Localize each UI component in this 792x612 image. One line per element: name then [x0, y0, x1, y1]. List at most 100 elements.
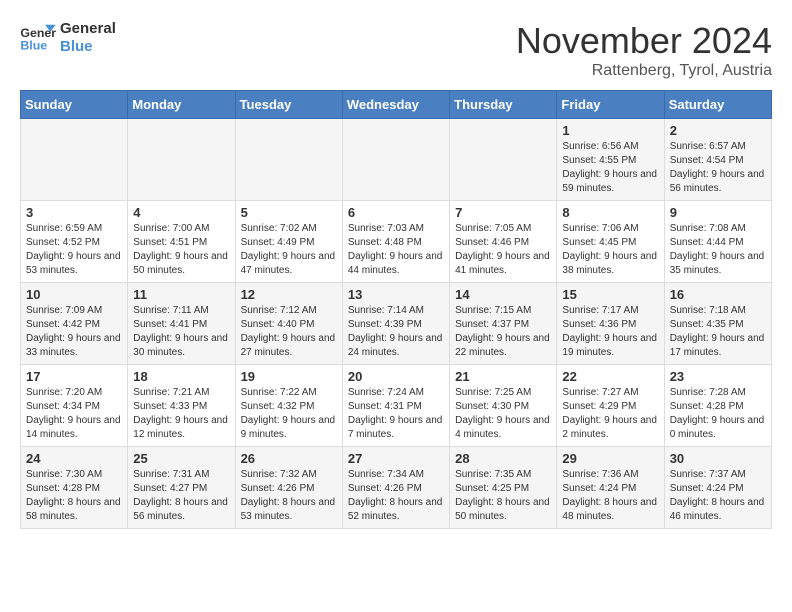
- week-row-2: 3 Sunrise: 6:59 AM Sunset: 4:52 PM Daylig…: [21, 201, 772, 283]
- day-info: Sunrise: 7:35 AM Sunset: 4:25 PM Dayligh…: [455, 468, 551, 524]
- day-number: 29: [562, 451, 658, 466]
- day-cell: 10 Sunrise: 7:09 AM Sunset: 4:42 PM Dayli…: [21, 283, 128, 365]
- week-row-4: 17Sunrise: 7:20 AM Sunset: 4:34 PM Dayli…: [21, 365, 772, 447]
- day-number: 16: [670, 287, 766, 302]
- day-info: Sunrise: 7:27 AM Sunset: 4:29 PM Dayligh…: [562, 386, 658, 442]
- day-number: 15: [562, 287, 658, 302]
- day-info: Sunrise: 7:24 AM Sunset: 4:31 PM Dayligh…: [348, 386, 444, 442]
- day-cell: 22 Sunrise: 7:27 AM Sunset: 4:29 PM Dayli…: [557, 365, 664, 447]
- weekday-header-saturday: Saturday: [664, 91, 771, 119]
- day-info: Sunrise: 7:05 AM Sunset: 4:46 PM Dayligh…: [455, 222, 551, 278]
- day-cell: 27Sunrise: 7:34 AM Sunset: 4:26 PM Dayli…: [342, 447, 449, 529]
- day-info: Sunrise: 7:31 AM Sunset: 4:27 PM Dayligh…: [133, 468, 229, 524]
- day-number: 8: [562, 205, 658, 220]
- day-info: Sunrise: 7:08 AM Sunset: 4:44 PM Dayligh…: [670, 222, 766, 278]
- day-cell: [342, 119, 449, 201]
- day-number: 22: [562, 369, 658, 384]
- day-cell: 15Sunrise: 7:17 AM Sunset: 4:36 PM Dayli…: [557, 283, 664, 365]
- day-cell: 2Sunrise: 6:57 AM Sunset: 4:54 PM Daylig…: [664, 119, 771, 201]
- logo-line2: Blue: [60, 38, 116, 56]
- day-cell: 1Sunrise: 6:56 AM Sunset: 4:55 PM Daylig…: [557, 119, 664, 201]
- day-cell: 16 Sunrise: 7:18 AM Sunset: 4:35 PM Dayli…: [664, 283, 771, 365]
- day-number: 11: [133, 287, 229, 302]
- day-number: 21: [455, 369, 551, 384]
- day-number: 23: [670, 369, 766, 384]
- day-number: 2: [670, 123, 766, 138]
- day-cell: 18Sunrise: 7:21 AM Sunset: 4:33 PM Dayli…: [128, 365, 235, 447]
- day-cell: 4 Sunrise: 7:00 AM Sunset: 4:51 PM Daylig…: [128, 201, 235, 283]
- day-info: Sunrise: 7:03 AM Sunset: 4:48 PM Dayligh…: [348, 222, 444, 278]
- day-cell: 26Sunrise: 7:32 AM Sunset: 4:26 PM Dayli…: [235, 447, 342, 529]
- day-info: Sunrise: 7:22 AM Sunset: 4:32 PM Dayligh…: [241, 386, 337, 442]
- day-info: Sunrise: 7:37 AM Sunset: 4:24 PM Dayligh…: [670, 468, 766, 524]
- week-row-5: 24Sunrise: 7:30 AM Sunset: 4:28 PM Dayli…: [21, 447, 772, 529]
- weekday-header-thursday: Thursday: [450, 91, 557, 119]
- day-number: 25: [133, 451, 229, 466]
- day-cell: 19 Sunrise: 7:22 AM Sunset: 4:32 PM Dayli…: [235, 365, 342, 447]
- day-cell: 14Sunrise: 7:15 AM Sunset: 4:37 PM Dayli…: [450, 283, 557, 365]
- day-info: Sunrise: 7:18 AM Sunset: 4:35 PM Dayligh…: [670, 304, 766, 360]
- day-number: 26: [241, 451, 337, 466]
- day-number: 5: [241, 205, 337, 220]
- day-info: Sunrise: 7:15 AM Sunset: 4:37 PM Dayligh…: [455, 304, 551, 360]
- day-cell: 8 Sunrise: 7:06 AM Sunset: 4:45 PM Daylig…: [557, 201, 664, 283]
- day-cell: [21, 119, 128, 201]
- week-row-1: 1Sunrise: 6:56 AM Sunset: 4:55 PM Daylig…: [21, 119, 772, 201]
- day-cell: 3 Sunrise: 6:59 AM Sunset: 4:52 PM Daylig…: [21, 201, 128, 283]
- location-subtitle: Rattenberg, Tyrol, Austria: [516, 62, 772, 80]
- weekday-header-tuesday: Tuesday: [235, 91, 342, 119]
- day-cell: 25 Sunrise: 7:31 AM Sunset: 4:27 PM Dayli…: [128, 447, 235, 529]
- weekday-header-monday: Monday: [128, 91, 235, 119]
- day-number: 12: [241, 287, 337, 302]
- day-info: Sunrise: 6:56 AM Sunset: 4:55 PM Dayligh…: [562, 140, 658, 196]
- day-cell: 28 Sunrise: 7:35 AM Sunset: 4:25 PM Dayli…: [450, 447, 557, 529]
- day-info: Sunrise: 7:09 AM Sunset: 4:42 PM Dayligh…: [26, 304, 122, 360]
- day-cell: 12 Sunrise: 7:12 AM Sunset: 4:40 PM Dayli…: [235, 283, 342, 365]
- day-cell: [235, 119, 342, 201]
- day-number: 4: [133, 205, 229, 220]
- day-cell: 11 Sunrise: 7:11 AM Sunset: 4:41 PM Dayli…: [128, 283, 235, 365]
- day-number: 9: [670, 205, 766, 220]
- logo: General Blue General Blue: [20, 20, 116, 56]
- day-cell: 7Sunrise: 7:05 AM Sunset: 4:46 PM Daylig…: [450, 201, 557, 283]
- day-number: 3: [26, 205, 122, 220]
- day-cell: 23 Sunrise: 7:28 AM Sunset: 4:28 PM Dayli…: [664, 365, 771, 447]
- day-info: Sunrise: 7:11 AM Sunset: 4:41 PM Dayligh…: [133, 304, 229, 360]
- weekday-header-friday: Friday: [557, 91, 664, 119]
- week-row-3: 10 Sunrise: 7:09 AM Sunset: 4:42 PM Dayli…: [21, 283, 772, 365]
- weekday-header-wednesday: Wednesday: [342, 91, 449, 119]
- page-header: General Blue General Blue November 2024 …: [20, 20, 772, 80]
- day-cell: 20 Sunrise: 7:24 AM Sunset: 4:31 PM Dayli…: [342, 365, 449, 447]
- day-cell: 5Sunrise: 7:02 AM Sunset: 4:49 PM Daylig…: [235, 201, 342, 283]
- calendar-table: SundayMondayTuesdayWednesdayThursdayFrid…: [20, 90, 772, 529]
- day-info: Sunrise: 7:28 AM Sunset: 4:28 PM Dayligh…: [670, 386, 766, 442]
- day-info: Sunrise: 7:12 AM Sunset: 4:40 PM Dayligh…: [241, 304, 337, 360]
- day-info: Sunrise: 7:36 AM Sunset: 4:24 PM Dayligh…: [562, 468, 658, 524]
- day-cell: 30Sunrise: 7:37 AM Sunset: 4:24 PM Dayli…: [664, 447, 771, 529]
- day-cell: 13 Sunrise: 7:14 AM Sunset: 4:39 PM Dayli…: [342, 283, 449, 365]
- day-info: Sunrise: 7:34 AM Sunset: 4:26 PM Dayligh…: [348, 468, 444, 524]
- day-info: Sunrise: 7:06 AM Sunset: 4:45 PM Dayligh…: [562, 222, 658, 278]
- day-cell: 21Sunrise: 7:25 AM Sunset: 4:30 PM Dayli…: [450, 365, 557, 447]
- day-number: 13: [348, 287, 444, 302]
- day-number: 24: [26, 451, 122, 466]
- day-cell: 24Sunrise: 7:30 AM Sunset: 4:28 PM Dayli…: [21, 447, 128, 529]
- svg-text:Blue: Blue: [20, 38, 47, 52]
- day-number: 28: [455, 451, 551, 466]
- day-number: 18: [133, 369, 229, 384]
- day-cell: 29 Sunrise: 7:36 AM Sunset: 4:24 PM Dayli…: [557, 447, 664, 529]
- weekday-header-sunday: Sunday: [21, 91, 128, 119]
- day-info: Sunrise: 7:14 AM Sunset: 4:39 PM Dayligh…: [348, 304, 444, 360]
- title-block: November 2024 Rattenberg, Tyrol, Austria: [516, 20, 772, 80]
- day-cell: [450, 119, 557, 201]
- logo-line1: General: [60, 20, 116, 38]
- day-info: Sunrise: 7:00 AM Sunset: 4:51 PM Dayligh…: [133, 222, 229, 278]
- day-number: 10: [26, 287, 122, 302]
- day-number: 19: [241, 369, 337, 384]
- day-cell: 9 Sunrise: 7:08 AM Sunset: 4:44 PM Daylig…: [664, 201, 771, 283]
- day-number: 20: [348, 369, 444, 384]
- day-number: 6: [348, 205, 444, 220]
- day-info: Sunrise: 6:59 AM Sunset: 4:52 PM Dayligh…: [26, 222, 122, 278]
- weekday-header-row: SundayMondayTuesdayWednesdayThursdayFrid…: [21, 91, 772, 119]
- day-info: Sunrise: 7:20 AM Sunset: 4:34 PM Dayligh…: [26, 386, 122, 442]
